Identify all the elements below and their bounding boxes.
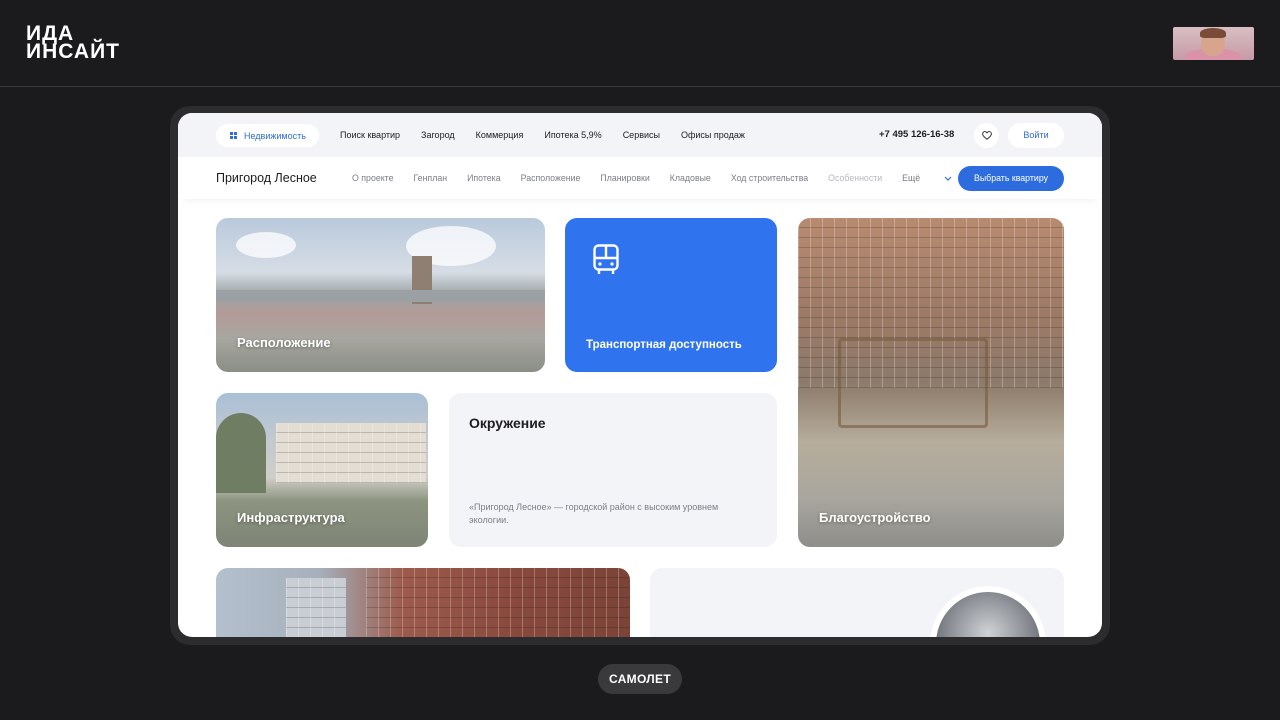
card-environment[interactable]: Окружение «Пригород Лесное» — городской … <box>449 393 777 547</box>
presenter-video <box>1173 27 1254 60</box>
project-nav-item[interactable]: Расположение <box>521 173 581 183</box>
more-label: Ещё <box>902 173 921 183</box>
project-nav-item[interactable]: Планировки <box>600 173 649 183</box>
caption-badge: САМОЛЕТ <box>598 664 682 694</box>
project-nav-item[interactable]: Генплан <box>414 173 448 183</box>
card-transport-label: Транспортная доступность <box>586 339 742 351</box>
login-button[interactable]: Войти <box>1008 123 1064 148</box>
choose-apartment-button[interactable]: Выбрать квартиру <box>958 166 1064 191</box>
card-environment-description: «Пригород Лесное» — городской район с вы… <box>469 502 719 525</box>
site-topbar: Недвижимость Поиск квартир Загород Комме… <box>178 113 1102 157</box>
realty-label: Недвижимость <box>244 130 306 141</box>
project-nav-item-active[interactable]: Особенности <box>828 173 882 183</box>
phone-link[interactable]: +7 495 126-16-38 <box>879 129 954 140</box>
project-title[interactable]: Пригород Лесное <box>216 171 317 185</box>
top-nav-item[interactable]: Коммерция <box>476 130 524 140</box>
divider <box>0 86 1280 87</box>
project-nav-item[interactable]: О проекте <box>352 173 394 183</box>
top-nav: Поиск квартир Загород Коммерция Ипотека … <box>340 113 766 157</box>
top-nav-item[interactable]: Офисы продаж <box>681 130 745 140</box>
card-landscape-label: Благоустройство <box>819 510 931 525</box>
card-location-label: Расположение <box>237 335 331 350</box>
card-interior[interactable] <box>650 568 1064 637</box>
card-environment-title: Окружение <box>469 415 546 431</box>
project-nav-item[interactable]: Ход строительства <box>731 173 808 183</box>
interior-photo <box>930 586 1046 637</box>
grid-icon <box>230 132 237 139</box>
website-screen: Недвижимость Поиск квартир Загород Комме… <box>178 113 1102 637</box>
favorites-button[interactable] <box>974 123 999 148</box>
card-infrastructure[interactable]: Инфраструктура <box>216 393 428 547</box>
project-nav-item[interactable]: Кладовые <box>670 173 711 183</box>
card-landscape[interactable]: Благоустройство <box>798 218 1064 547</box>
project-nav-item[interactable]: Ипотека <box>467 173 501 183</box>
project-subbar: Пригород Лесное О проекте Генплан Ипотек… <box>178 157 1102 199</box>
card-location[interactable]: Расположение <box>216 218 545 372</box>
chevron-down-icon <box>944 176 952 181</box>
top-nav-item[interactable]: Загород <box>421 130 455 140</box>
bus-icon <box>593 244 619 274</box>
card-transport[interactable]: Транспортная доступность <box>565 218 777 372</box>
brand-line-2: ИНСАЙТ <box>26 40 120 63</box>
top-nav-item[interactable]: Поиск квартир <box>340 130 400 140</box>
realty-menu-button[interactable]: Недвижимость <box>216 124 319 147</box>
brand-logo: ИДА ИНСАЙТ <box>26 23 120 63</box>
card-infrastructure-label: Инфраструктура <box>237 510 345 525</box>
project-nav: О проекте Генплан Ипотека Расположение П… <box>352 157 952 199</box>
top-nav-item[interactable]: Ипотека 5,9% <box>544 130 601 140</box>
more-menu-button[interactable]: Ещё <box>902 173 952 183</box>
top-nav-item[interactable]: Сервисы <box>623 130 660 140</box>
heart-icon <box>981 131 992 140</box>
card-photo-buildings[interactable] <box>216 568 630 637</box>
